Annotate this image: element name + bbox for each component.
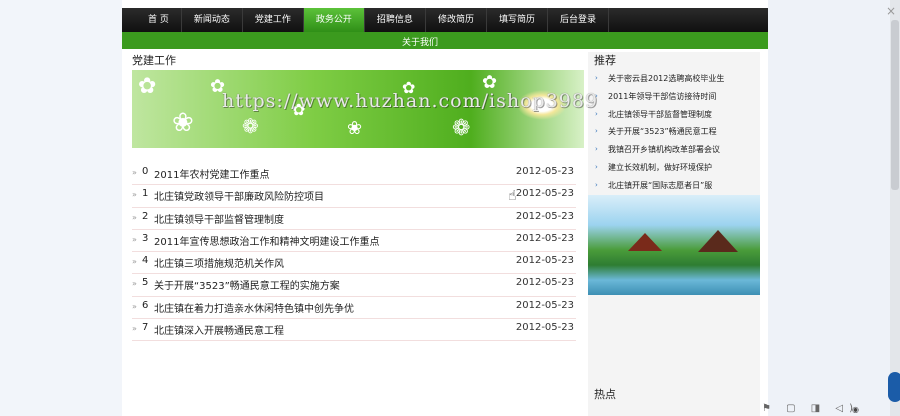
nav-item[interactable]: 政务公开	[303, 8, 365, 32]
news-index: 5	[142, 277, 149, 289]
news-date: 2012-05-23	[515, 232, 574, 244]
news-date: 2012-05-23	[515, 277, 574, 289]
arrow-right-icon: ›	[595, 127, 598, 136]
flower-decoration-icon: ✿	[138, 74, 157, 99]
recommend-panel: 推荐 › 关于密云县2012选聘高校毕业生 › 2011年领导干部信访接待时间 › 北庄镇…	[588, 52, 760, 416]
bullet-icon: »	[132, 168, 137, 177]
bullet-icon: »	[132, 212, 137, 222]
news-date: 2012-05-23	[515, 255, 574, 267]
recommend-item-label[interactable]: 关于开展“3523”畅通民意工程	[608, 127, 717, 136]
recommend-item[interactable]: › 2011年领导干部信访接待时间	[588, 88, 760, 106]
tray-indicator-icon: ◉	[852, 405, 859, 414]
news-date: 2012-05-23	[515, 299, 574, 311]
news-index: 0	[142, 166, 149, 177]
watermark-text: https://www.huzhan.com/ishop3989	[222, 90, 599, 112]
recommend-title: 推荐	[594, 54, 616, 67]
news-title-link[interactable]: 北庄镇领导干部监督管理制度	[154, 211, 284, 226]
news-title-link[interactable]: 北庄镇三项措施规范机关作风	[154, 255, 284, 270]
pavilion-shape	[698, 230, 738, 252]
left-background	[0, 0, 122, 416]
hand-cursor-icon: ☝	[508, 188, 517, 204]
scrollbar-thumb[interactable]	[891, 20, 899, 190]
section-title: 党建工作	[132, 54, 176, 67]
news-title-link[interactable]: 北庄镇在着力打造亲水休闲特色镇中创先争优	[154, 300, 354, 315]
bullet-icon: »	[132, 234, 137, 244]
recommend-item[interactable]: › 建立长效机制，做好环境保护	[588, 159, 760, 177]
recommend-item-label[interactable]: 北庄镇领导干部监督管理制度	[608, 110, 712, 119]
close-icon[interactable]: ×	[886, 4, 896, 18]
flower-decoration-icon: ❀	[172, 108, 194, 138]
recommend-item-label[interactable]: 2011年领导干部信访接待时间	[608, 92, 716, 101]
recommend-item[interactable]: › 关于开展“3523”畅通民意工程	[588, 123, 760, 141]
bullet-icon: »	[132, 257, 137, 267]
system-tray-icons: ⚑ ▢ ◨ ◁)	[762, 403, 859, 414]
news-index: 7	[142, 322, 149, 334]
news-title-link[interactable]: 2011年农村党建工作重点	[154, 166, 269, 181]
bullet-icon: »	[132, 190, 137, 200]
news-item[interactable]: » 6 北庄镇在着力打造亲水休闲特色镇中创先争优 2012-05-23	[132, 297, 576, 320]
nav-item[interactable]: 新闻动态	[182, 8, 243, 32]
main-nav: 首 页新闻动态 党建工作 政务公开 招聘信息 修改简历 填写简历 后台登录	[122, 8, 768, 32]
right-background	[768, 0, 900, 416]
flower-decoration-icon: ❀	[347, 118, 363, 139]
arrow-right-icon: ›	[595, 145, 598, 154]
about-us-link[interactable]: 关于我们	[402, 35, 438, 48]
news-item[interactable]: » 5 关于开展“3523”畅通民意工程的实施方案 2012-05-23	[132, 274, 576, 297]
news-date: 2012-05-23	[515, 210, 574, 222]
arrow-right-icon: ›	[595, 74, 598, 82]
recommend-item[interactable]: › 关于密云县2012选聘高校毕业生	[588, 70, 760, 88]
recommend-item[interactable]: › 北庄镇开展“国际志愿者日”服	[588, 177, 760, 195]
nav-item[interactable]: 党建工作	[243, 8, 304, 32]
nav-item[interactable]: 后台登录	[548, 8, 609, 32]
recommend-item-label[interactable]: 关于密云县2012选聘高校毕业生	[608, 74, 724, 83]
arrow-right-icon: ›	[595, 162, 598, 171]
recommend-item[interactable]: › 北庄镇领导干部监督管理制度	[588, 106, 760, 124]
news-item[interactable]: » 4 北庄镇三项措施规范机关作风 2012-05-23	[132, 252, 576, 275]
news-item[interactable]: » 2 北庄镇领导干部监督管理制度 2012-05-23	[132, 208, 576, 230]
news-item[interactable]: » 7 北庄镇深入开展畅通民意工程 2012-05-23	[132, 319, 576, 342]
bullet-icon: »	[132, 279, 137, 289]
news-item[interactable]: » 0 2011年农村党建工作重点 2012-05-23	[132, 163, 576, 186]
recommend-item-label[interactable]: 我镇召开乡镇机构改革部署会议	[608, 145, 720, 154]
flower-decoration-icon: ❁	[452, 116, 471, 141]
nav-item[interactable]: 招聘信息	[365, 8, 426, 32]
recommend-item-label[interactable]: 北庄镇开展“国际志愿者日”服	[608, 181, 712, 190]
arrow-right-icon: ›	[595, 180, 598, 189]
nav-item[interactable]: 填写简历	[487, 8, 548, 32]
recommend-item[interactable]: › 我镇召开乡镇机构改革部署会议	[588, 141, 760, 159]
nav-item[interactable]: 修改简历	[426, 8, 487, 32]
news-item[interactable]: » 3 2011年宣传思想政治工作和精神文明建设工作重点 2012-05-23	[132, 230, 576, 253]
news-date: 2012-05-23	[515, 188, 574, 200]
news-title-link[interactable]: 北庄镇深入开展畅通民意工程	[154, 322, 284, 337]
nav-item[interactable]: 首 页	[136, 8, 182, 32]
bullet-icon: »	[132, 301, 137, 311]
news-index: 4	[142, 255, 149, 267]
flower-decoration-icon: ❁	[242, 114, 259, 138]
news-date: 2012-05-23	[515, 166, 574, 177]
page-container: 首 页新闻动态 党建工作 政务公开 招聘信息 修改简历 填写简历 后台登录 关于我们 党建工…	[122, 0, 768, 416]
news-title-link[interactable]: 关于开展“3523”畅通民意工程的实施方案	[154, 277, 340, 292]
news-index: 2	[142, 210, 149, 222]
news-index: 6	[142, 299, 149, 311]
news-index: 1	[142, 188, 149, 200]
news-title-link[interactable]: 北庄镇党政领导干部廉政风险防控项目	[154, 188, 324, 203]
scenery-image	[588, 195, 760, 295]
bullet-icon: »	[132, 324, 137, 334]
recommend-list: › 关于密云县2012选聘高校毕业生 › 2011年领导干部信访接待时间 › 北庄镇领导干…	[588, 70, 760, 195]
pavilion-shape	[628, 233, 662, 251]
news-title-link[interactable]: 2011年宣传思想政治工作和精神文明建设工作重点	[154, 233, 379, 248]
news-index: 3	[142, 232, 149, 244]
hot-title: 热点	[594, 388, 616, 401]
recommend-item-label[interactable]: 建立长效机制，做好环境保护	[608, 163, 712, 172]
floating-widget-icon[interactable]	[888, 372, 900, 402]
sub-nav-bar: 关于我们	[122, 32, 768, 49]
news-date: 2012-05-23	[515, 322, 574, 334]
